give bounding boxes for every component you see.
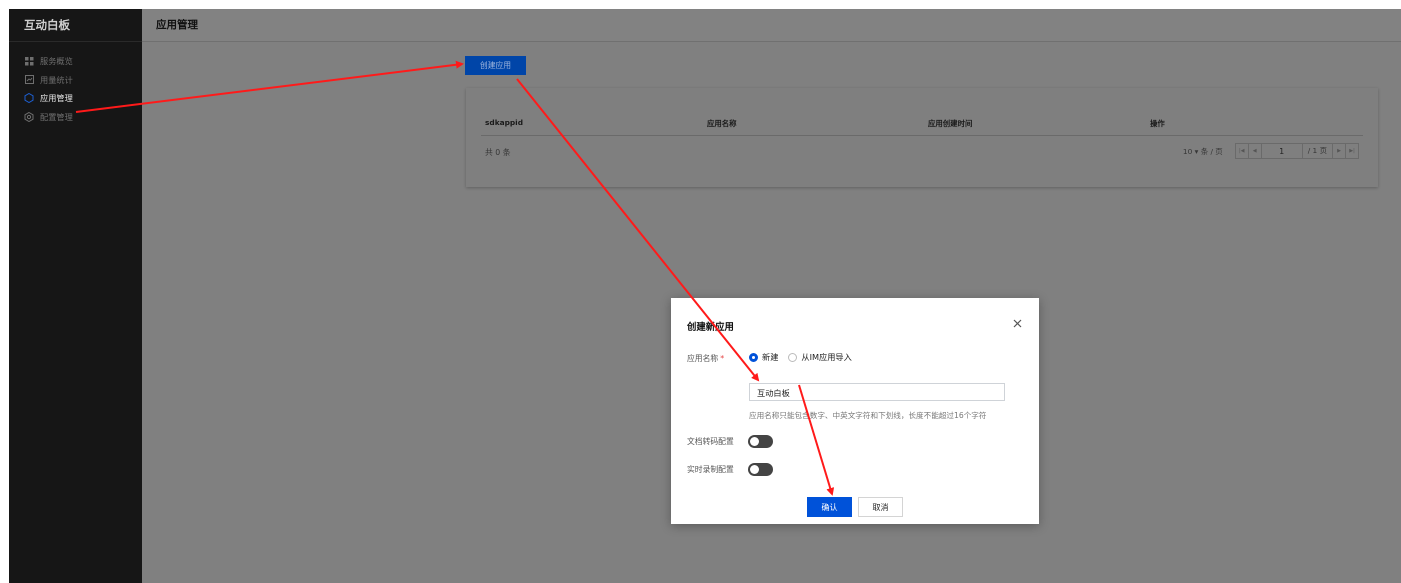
required-mark: * [720, 354, 725, 363]
doc-transcode-toggle[interactable] [748, 435, 773, 448]
sidebar-item-label: 应用管理 [40, 93, 73, 103]
sidebar-item-label: 服务概览 [40, 56, 73, 66]
first-page-icon[interactable]: |◀ [1236, 144, 1249, 158]
column-header-sdkappid: sdkappid [485, 118, 523, 127]
column-header-app-name: 应用名称 [707, 119, 737, 128]
cancel-button[interactable]: 取消 [858, 497, 903, 517]
page-number-input[interactable]: 1 [1262, 144, 1303, 158]
page-title: 应用管理 [156, 19, 198, 31]
page-size-select[interactable]: 10 ▾ 条 / 页 [1183, 146, 1223, 157]
create-app-dialog: 创建新应用 应用名称 * 新建 从IM应用导入 互动白板 应用名称只能包含数字、中… [671, 298, 1039, 524]
sidebar-item-config[interactable]: 配置管理 [9, 108, 142, 126]
brand-title: 互动白板 [9, 9, 142, 42]
table-header: sdkappid 应用名称 应用创建时间 操作 [481, 114, 1363, 136]
radio-unchecked-icon [788, 352, 798, 362]
sidebar-item-usage[interactable]: 用量统计 [9, 71, 142, 89]
pagination-controls: |◀ ◀ 1 / 1 页 ▶ ▶| [1234, 143, 1359, 159]
doc-transcode-label: 文档转码配置 [687, 437, 734, 446]
dialog-title: 创建新应用 [687, 322, 734, 333]
recording-toggle[interactable] [748, 463, 773, 476]
sidebar: 互动白板 服务概览 用量统计 应用管理 配置管理 [9, 9, 142, 583]
grid-icon [24, 56, 34, 66]
total-count: 共 0 条 [485, 148, 511, 157]
sidebar-item-app-management[interactable]: 应用管理 [9, 89, 142, 107]
close-icon[interactable] [1009, 315, 1025, 331]
sidebar-item-label: 用量统计 [40, 74, 73, 85]
source-radio-group: 新建 从IM应用导入 [749, 351, 862, 363]
app-name-input[interactable]: 互动白板 [749, 383, 1005, 401]
create-app-button[interactable]: 创建应用 [465, 56, 526, 75]
settings-icon [24, 111, 34, 122]
radio-new[interactable]: 新建 [749, 351, 778, 363]
app-name-hint: 应用名称只能包含数字、中英文字符和下划线，长度不能超过16个字符 [749, 411, 987, 420]
hexagon-icon [24, 93, 34, 103]
top-bar: 应用管理 [142, 9, 1401, 42]
pagination: 10 ▾ 条 / 页 |◀ ◀ 1 / 1 页 ▶ ▶| [1183, 143, 1359, 159]
app-name-label: 应用名称 * [687, 353, 724, 364]
radio-new-label: 新建 [762, 352, 779, 362]
app-table-card: sdkappid 应用名称 应用创建时间 操作 共 0 条 10 ▾ 条 / 页… [466, 88, 1378, 187]
column-header-created-time: 应用创建时间 [928, 119, 973, 128]
radio-checked-icon [749, 352, 758, 362]
app-name-label-text: 应用名称 [687, 354, 719, 363]
app-shell: 互动白板 服务概览 用量统计 应用管理 配置管理 应用管理 创建应用 sdkap… [9, 9, 1401, 583]
chart-icon [24, 75, 34, 85]
recording-label: 实时录制配置 [687, 465, 734, 474]
sidebar-item-label: 配置管理 [40, 111, 73, 122]
radio-import-im[interactable]: 从IM应用导入 [788, 351, 852, 363]
total-pages: / 1 页 [1303, 144, 1333, 158]
sidebar-nav: 服务概览 用量统计 应用管理 配置管理 [9, 52, 142, 126]
confirm-button[interactable]: 确认 [807, 497, 852, 517]
next-page-icon[interactable]: ▶ [1333, 144, 1346, 158]
sidebar-item-overview[interactable]: 服务概览 [9, 52, 142, 70]
column-header-actions: 操作 [1150, 119, 1165, 128]
last-page-icon[interactable]: ▶| [1346, 144, 1358, 158]
prev-page-icon[interactable]: ◀ [1249, 144, 1262, 158]
radio-import-label: 从IM应用导入 [801, 352, 852, 362]
